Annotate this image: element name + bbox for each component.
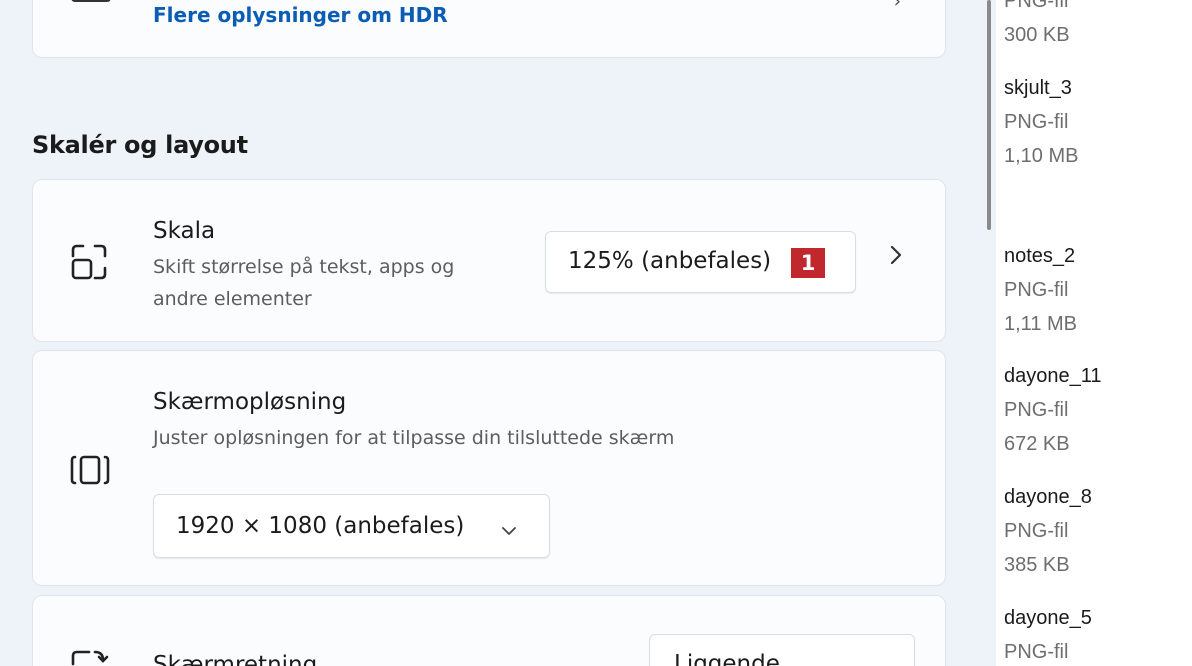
file-name[interactable]: dayone_8 xyxy=(1004,486,1092,509)
scrollbar[interactable] xyxy=(987,0,991,230)
orientation-card: Skærmretning Liggende xyxy=(32,595,946,666)
orientation-value: Liggende xyxy=(674,651,780,666)
chevron-right-icon[interactable] xyxy=(889,244,903,270)
orientation-icon xyxy=(69,648,111,666)
resolution-value: 1920 × 1080 (anbefales) xyxy=(176,513,465,539)
file-list: PNG-fil 300 KB skjult_3 PNG-fil 1,10 MB … xyxy=(996,0,1192,666)
file-name[interactable]: dayone_5 xyxy=(1004,607,1092,630)
scale-icon xyxy=(69,242,109,286)
scale-value: 125% (anbefales) xyxy=(568,248,772,274)
scale-title: Skala xyxy=(153,218,216,244)
file-type: PNG-fil xyxy=(1004,111,1069,133)
file-size: 672 KB xyxy=(1004,433,1070,455)
file-type: PNG-fil xyxy=(1004,399,1069,421)
file-type: PNG-fil xyxy=(1004,641,1069,663)
resolution-title: Skærmopløsning xyxy=(153,389,347,415)
file-name[interactable]: skjult_3 xyxy=(1004,77,1072,100)
scale-description-line1: Skift størrelse på tekst, apps og xyxy=(153,256,455,278)
hdr-card: Flere oplysninger om HDR › xyxy=(32,0,946,58)
hdr-icon xyxy=(71,0,111,2)
resolution-description: Juster opløsningen for at tilpasse din t… xyxy=(153,427,675,449)
file-type: PNG-fil xyxy=(1004,0,1069,12)
hdr-info-link[interactable]: Flere oplysninger om HDR xyxy=(153,3,448,27)
chevron-down-icon xyxy=(872,661,888,666)
resolution-dropdown[interactable]: 1920 × 1080 (anbefales) xyxy=(153,494,550,558)
file-size: 1,11 MB xyxy=(1004,313,1077,335)
scale-dropdown[interactable]: 125% (anbefales) 1 xyxy=(545,231,856,293)
scale-card[interactable]: Skala Skift størrelse på tekst, apps og … xyxy=(32,179,946,342)
chevron-right-icon[interactable]: › xyxy=(894,0,901,12)
resolution-icon xyxy=(69,453,111,491)
step-badge: 1 xyxy=(791,248,825,278)
display-settings-panel: Flere oplysninger om HDR › Skalér og lay… xyxy=(0,0,985,666)
orientation-title: Skærmretning xyxy=(153,652,318,666)
file-type: PNG-fil xyxy=(1004,520,1069,542)
orientation-dropdown[interactable]: Liggende xyxy=(649,634,915,666)
file-name[interactable]: dayone_11 xyxy=(1004,365,1102,388)
file-type: PNG-fil xyxy=(1004,279,1069,301)
file-name[interactable]: notes_2 xyxy=(1004,245,1075,268)
file-size: 300 KB xyxy=(1004,24,1070,46)
file-size: 385 KB xyxy=(1004,554,1070,576)
chevron-down-icon xyxy=(501,521,517,540)
resolution-card: Skærmopløsning Juster opløsningen for at… xyxy=(32,350,946,586)
scale-description-line2: andre elementer xyxy=(153,288,312,310)
file-size: 1,10 MB xyxy=(1004,145,1079,167)
section-title: Skalér og layout xyxy=(32,131,248,159)
